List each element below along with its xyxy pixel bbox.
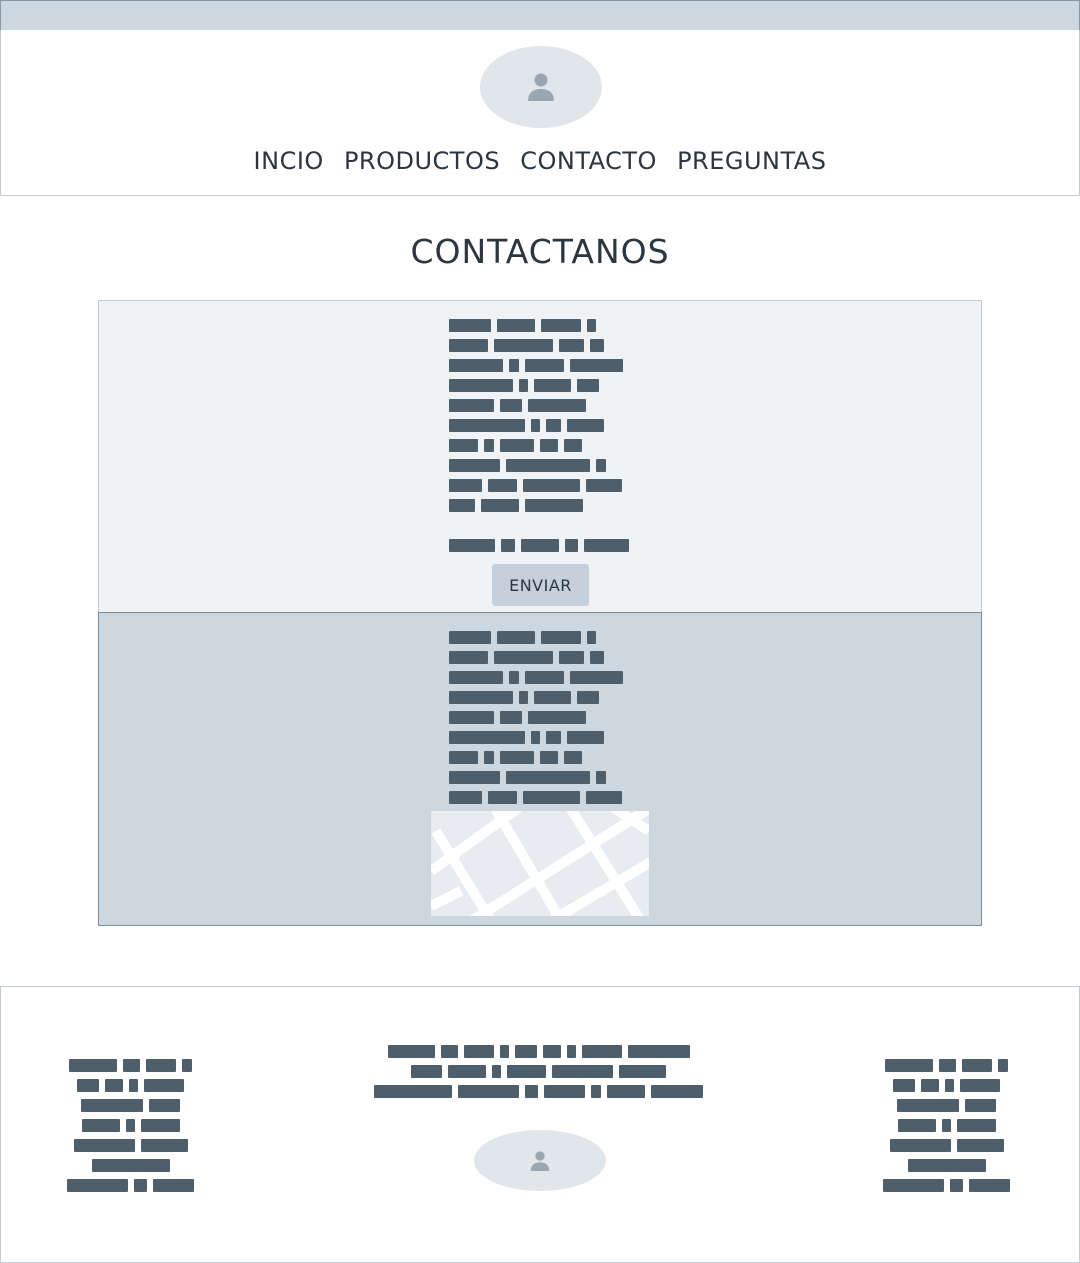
footer-logo-avatar[interactable] [474, 1130, 606, 1191]
site-header: INCIO PRODUCTOS CONTACTO PREGUNTAS [0, 30, 1080, 196]
map-placeholder-icon [431, 811, 649, 916]
main-nav: INCIO PRODUCTOS CONTACTO PREGUNTAS [1, 147, 1079, 175]
info-text-placeholder [449, 631, 629, 811]
footer-left-placeholder [67, 1059, 194, 1199]
nav-item-inicio[interactable]: INCIO [254, 147, 324, 175]
footer-right-placeholder [883, 1059, 1010, 1199]
nav-item-preguntas[interactable]: PREGUNTAS [677, 147, 826, 175]
footer-center-placeholder [374, 1045, 703, 1105]
top-bar [0, 0, 1080, 31]
user-avatar-icon [530, 1150, 550, 1171]
nav-item-contacto[interactable]: CONTACTO [520, 147, 657, 175]
logo-avatar[interactable] [480, 46, 602, 128]
location-map[interactable] [431, 811, 649, 916]
user-avatar-icon [528, 73, 554, 101]
page-title: CONTACTANOS [410, 232, 670, 271]
form-text-placeholder [449, 319, 629, 519]
submit-button[interactable]: ENVIAR [492, 564, 589, 606]
nav-item-productos[interactable]: PRODUCTOS [344, 147, 500, 175]
form-field-placeholder[interactable] [449, 539, 635, 559]
